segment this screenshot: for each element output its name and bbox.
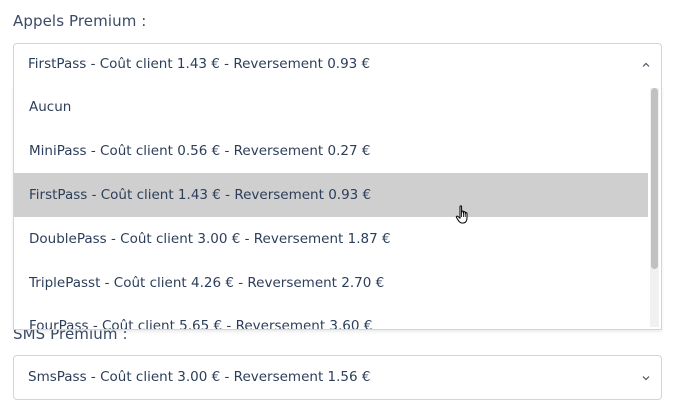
appels-premium-selected-value: FirstPass - Coût client 1.43 € - Reverse… <box>28 56 371 72</box>
appels-premium-select[interactable]: FirstPass - Coût client 1.43 € - Reverse… <box>13 43 662 86</box>
option-aucun[interactable]: Aucun <box>14 85 648 129</box>
option-triplepasst[interactable]: TriplePasst - Coût client 4.26 € - Rever… <box>14 261 648 305</box>
option-doublepass[interactable]: DoublePass - Coût client 3.00 € - Revers… <box>14 217 648 261</box>
premium-settings-page: Appels Premium : FirstPass - Coût client… <box>0 0 675 412</box>
sms-premium-select[interactable]: SmsPass - Coût client 3.00 € - Reverseme… <box>13 355 662 400</box>
option-fourpass-label: FourPass - Coût client 5.65 € - Reversem… <box>29 318 373 330</box>
dropdown-scrollbar[interactable] <box>650 88 659 327</box>
appels-premium-dropdown-list[interactable]: Aucun MiniPass - Coût client 0.56 € - Re… <box>13 85 662 330</box>
option-minipass[interactable]: MiniPass - Coût client 0.56 € - Reversem… <box>14 129 648 173</box>
hand-pointer-cursor-icon <box>455 205 468 224</box>
appels-premium-label: Appels Premium : <box>13 12 147 30</box>
option-firstpass[interactable]: FirstPass - Coût client 1.43 € - Reverse… <box>14 173 648 217</box>
dropdown-options: Aucun MiniPass - Coût client 0.56 € - Re… <box>14 85 648 330</box>
dropdown-scroll-thumb[interactable] <box>651 88 658 269</box>
chevron-up-icon <box>642 62 650 67</box>
sms-premium-selected-value: SmsPass - Coût client 3.00 € - Reverseme… <box>28 369 371 385</box>
option-fourpass[interactable]: FourPass - Coût client 5.65 € - Reversem… <box>14 305 648 330</box>
chevron-down-icon <box>642 376 650 381</box>
